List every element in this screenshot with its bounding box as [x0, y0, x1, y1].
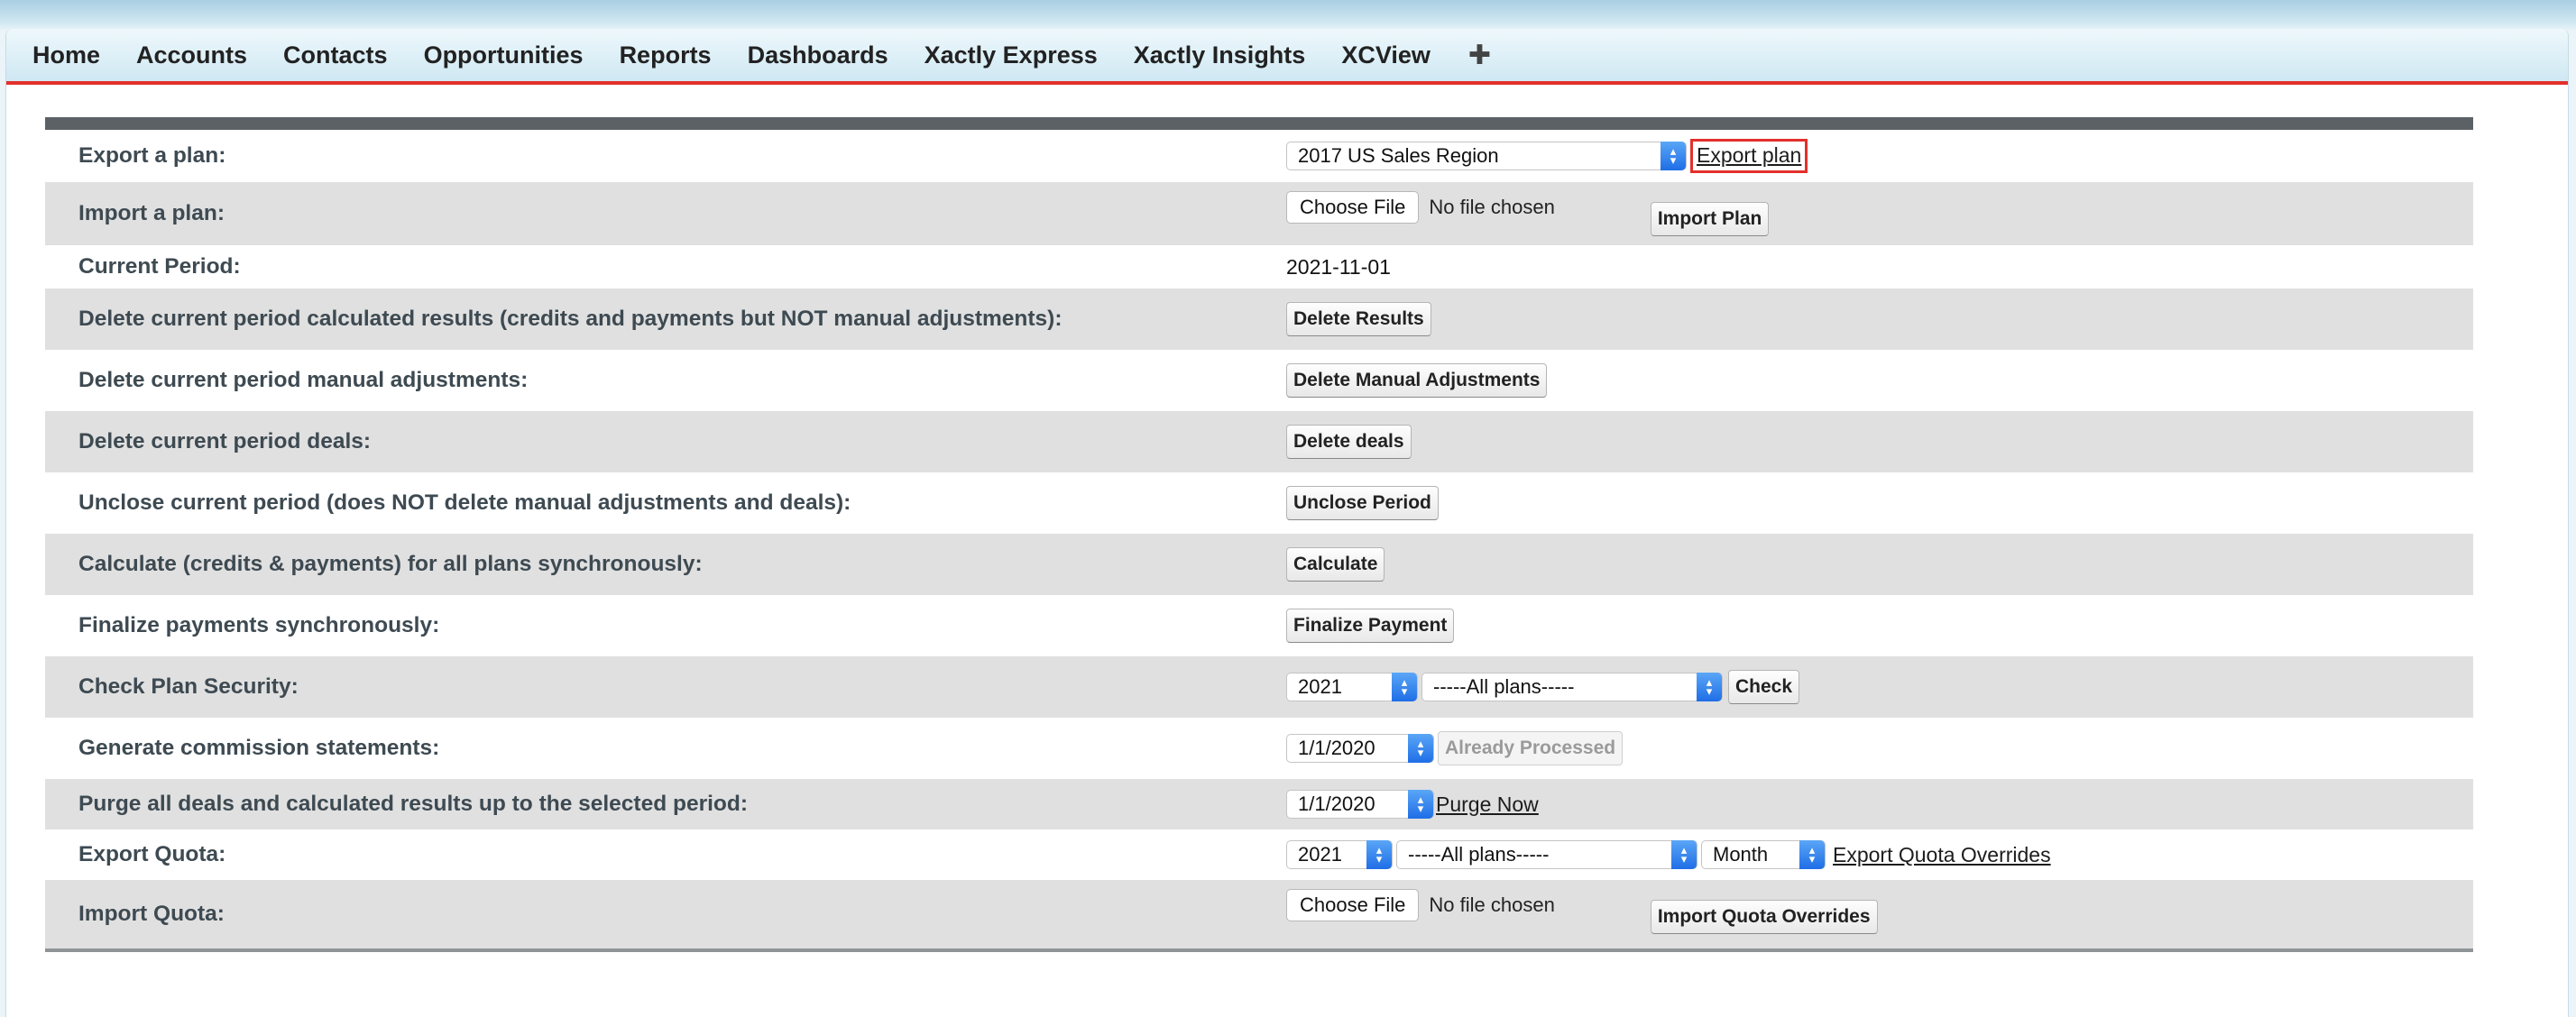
select-chevron-icon: ▴ ▾	[1799, 840, 1825, 869]
select-chevron-icon: ▴ ▾	[1671, 840, 1697, 869]
export-plan-select-value: 2017 US Sales Region	[1298, 144, 1499, 167]
import-quota-file-status: No file chosen	[1429, 893, 1555, 916]
export-quota-period-value: Month	[1713, 843, 1769, 866]
export-quota-period-select[interactable]: Month ▴ ▾	[1701, 840, 1826, 869]
export-plan-select[interactable]: 2017 US Sales Region ▴ ▾	[1286, 142, 1687, 170]
admin-panel: Export a plan: 2017 US Sales Region ▴ ▾ E…	[45, 117, 2473, 952]
select-chevron-icon: ▴ ▾	[1408, 790, 1433, 819]
delete-results-button[interactable]: Delete Results	[1286, 302, 1431, 336]
tab-home[interactable]: Home	[6, 41, 118, 69]
export-plan-highlight: Export plan	[1690, 139, 1808, 173]
delete-manual-adjustments-button[interactable]: Delete Manual Adjustments	[1286, 363, 1548, 398]
select-chevron-icon: ▴ ▾	[1408, 734, 1433, 763]
check-plan-security-button[interactable]: Check	[1728, 670, 1800, 704]
nav-tab-bar: Home Accounts Contacts Opportunities Rep…	[6, 29, 2568, 85]
commission-statements-label: Generate commission statements:	[78, 736, 440, 760]
plan-security-plans-value: -----All plans-----	[1433, 675, 1575, 698]
import-plan-choose-file-button[interactable]: Choose File	[1286, 191, 1420, 224]
export-quota-year-select[interactable]: 2021 ▴ ▾	[1286, 840, 1393, 869]
current-period-value: 2021-11-01	[1286, 254, 1391, 279]
tab-contacts[interactable]: Contacts	[265, 41, 406, 69]
delete-deals-button[interactable]: Delete deals	[1286, 425, 1412, 459]
plan-security-year-value: 2021	[1298, 675, 1342, 698]
select-chevron-icon: ▴ ▾	[1366, 840, 1392, 869]
tab-dashboards[interactable]: Dashboards	[730, 41, 906, 69]
export-quota-plans-select[interactable]: -----All plans----- ▴ ▾	[1396, 840, 1697, 869]
row-plan-security: Check Plan Security: 2021 ▴ ▾ -----All pl…	[45, 656, 2473, 718]
purge-now-link[interactable]: Purge Now	[1436, 793, 1539, 817]
delete-results-label: Delete current period calculated results…	[78, 307, 1063, 331]
row-delete-results: Delete current period calculated results…	[45, 289, 2473, 350]
import-quota-overrides-button[interactable]: Import Quota Overrides	[1650, 900, 1878, 934]
delete-deals-label: Delete current period deals:	[78, 429, 372, 454]
plan-security-plans-select[interactable]: -----All plans----- ▴ ▾	[1421, 673, 1723, 701]
export-quota-plans-value: -----All plans-----	[1408, 843, 1550, 866]
import-plan-file-status: No file chosen	[1429, 196, 1555, 218]
import-plan-button[interactable]: Import Plan	[1650, 202, 1770, 236]
select-chevron-icon: ▴ ▾	[1661, 142, 1686, 170]
import-quota-choose-file-button[interactable]: Choose File	[1286, 889, 1420, 921]
delete-adjustments-label: Delete current period manual adjustments…	[78, 368, 529, 392]
finalize-payment-button[interactable]: Finalize Payment	[1286, 609, 1455, 643]
statements-date-value: 1/1/2020	[1298, 737, 1375, 759]
row-current-period: Current Period: 2021-11-01	[45, 245, 2473, 289]
row-export-plan: Export a plan: 2017 US Sales Region ▴ ▾ E…	[45, 130, 2473, 182]
already-processed-button: Already Processed	[1438, 731, 1624, 765]
row-unclose-period: Unclose current period (does NOT delete …	[45, 472, 2473, 534]
plan-security-year-select[interactable]: 2021 ▴ ▾	[1286, 673, 1418, 701]
tab-xactly-express[interactable]: Xactly Express	[906, 41, 1116, 69]
import-plan-label: Import a plan:	[78, 201, 225, 225]
tab-reports[interactable]: Reports	[602, 41, 730, 69]
calculate-button[interactable]: Calculate	[1286, 547, 1385, 582]
select-chevron-icon: ▴ ▾	[1392, 673, 1417, 701]
import-quota-label: Import Quota:	[78, 902, 225, 926]
export-quota-year-value: 2021	[1298, 843, 1342, 866]
tab-accounts[interactable]: Accounts	[118, 41, 265, 69]
row-export-quota: Export Quota: 2021 ▴ ▾ -----All plans----…	[45, 829, 2473, 880]
purge-date-value: 1/1/2020	[1298, 793, 1375, 815]
export-plan-label: Export a plan:	[78, 143, 226, 168]
unclose-period-button[interactable]: Unclose Period	[1286, 486, 1439, 520]
select-chevron-icon: ▴ ▾	[1697, 673, 1722, 701]
statements-date-select[interactable]: 1/1/2020 ▴ ▾	[1286, 734, 1434, 763]
tab-xcview[interactable]: XCView	[1323, 41, 1449, 69]
current-period-label: Current Period:	[78, 254, 241, 279]
export-quota-overrides-link[interactable]: Export Quota Overrides	[1833, 843, 2051, 867]
tab-xactly-insights[interactable]: Xactly Insights	[1116, 41, 1324, 69]
row-purge: Purge all deals and calculated results u…	[45, 779, 2473, 829]
purge-label: Purge all deals and calculated results u…	[78, 792, 749, 816]
plan-security-label: Check Plan Security:	[78, 674, 299, 699]
export-plan-link[interactable]: Export plan	[1697, 143, 1801, 167]
row-commission-statements: Generate commission statements: 1/1/2020…	[45, 718, 2473, 779]
row-import-plan: Import a plan: Choose File No file chose…	[45, 182, 2473, 245]
row-calculate: Calculate (credits & payments) for all p…	[45, 534, 2473, 595]
row-import-quota: Import Quota: Choose File No file chosen…	[45, 880, 2473, 948]
finalize-payment-label: Finalize payments synchronously:	[78, 613, 440, 637]
unclose-period-label: Unclose current period (does NOT delete …	[78, 490, 851, 515]
calculate-label: Calculate (credits & payments) for all p…	[78, 552, 703, 576]
purge-date-select[interactable]: 1/1/2020 ▴ ▾	[1286, 790, 1434, 819]
row-delete-deals: Delete current period deals: Delete deal…	[45, 411, 2473, 472]
add-tab-plus-icon[interactable]: ✚	[1449, 40, 1509, 71]
export-quota-label: Export Quota:	[78, 842, 226, 866]
tab-opportunities[interactable]: Opportunities	[406, 41, 602, 69]
row-delete-adjustments: Delete current period manual adjustments…	[45, 350, 2473, 411]
row-finalize-payment: Finalize payments synchronously: Finaliz…	[45, 595, 2473, 656]
